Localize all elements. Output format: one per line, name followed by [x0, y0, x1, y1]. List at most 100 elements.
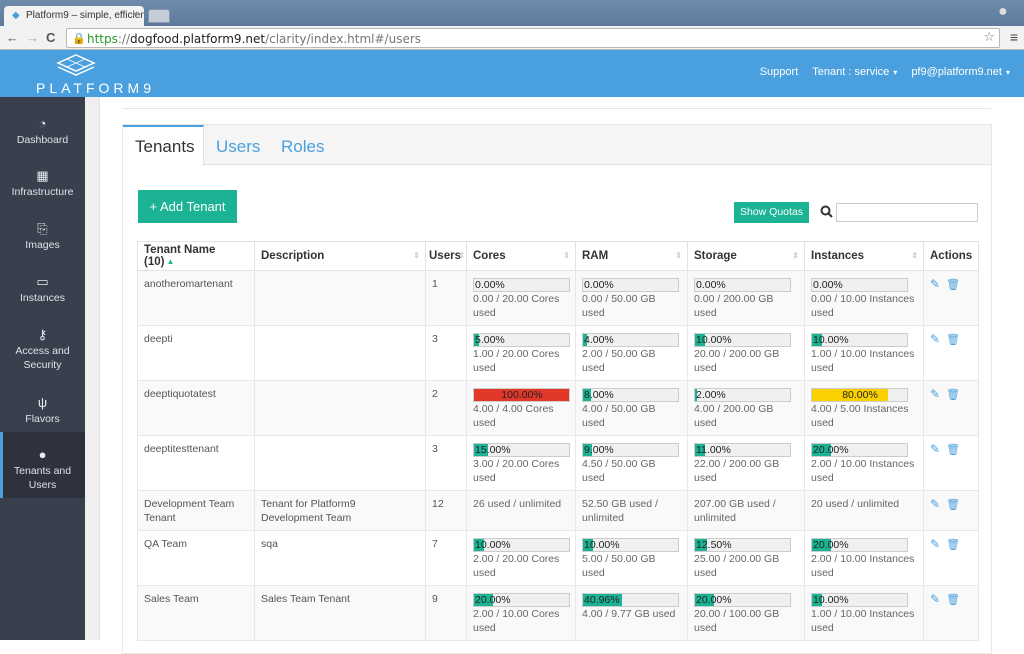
bookmark-star-icon[interactable]: ☆ — [983, 30, 995, 45]
header-storage[interactable]: Storage ⇕ — [687, 241, 805, 271]
users-count-cell: 12 — [425, 490, 467, 531]
caret-down-icon: ▾ — [1005, 68, 1010, 77]
edit-icon[interactable]: ✎ — [930, 387, 940, 401]
cores-percent-label: 10.00% — [475, 539, 511, 551]
tenants-table: Tenant Name (10) ▲ Description ⇕ Users ⇕ Co… — [137, 241, 979, 641]
tab-tenants[interactable]: Tenants — [123, 125, 204, 166]
delete-trash-icon[interactable]: 🗑 — [946, 279, 960, 291]
cores-quota-cell: 26 used / unlimited — [466, 490, 576, 531]
sidebar: ◔ Dashboard ▦ Infrastructure ⎘ Images ▭ … — [0, 97, 85, 640]
edit-icon[interactable]: ✎ — [930, 277, 940, 291]
sidebar-item-dashboard[interactable]: ◔ Dashboard — [0, 117, 85, 147]
instances-percent-label: 10.00% — [813, 594, 849, 606]
platform9-logo[interactable]: PLATFORM9 — [36, 53, 151, 96]
ram-percent-label: 40.96% — [584, 594, 620, 606]
app-nav: Support Tenant : service ▾ pf9@platform9.… — [760, 66, 1010, 78]
instances-progress-bar: 20.00% — [811, 443, 908, 457]
address-bar[interactable]: 🔒 https://dogfood.platform9.net/clarity/i… — [66, 28, 1000, 48]
instances-usage-text: 0.00 / 10.00 Instances used — [811, 293, 915, 319]
new-tab-button[interactable] — [148, 9, 170, 23]
forward-button[interactable]: → — [26, 30, 39, 46]
add-tenant-button[interactable]: + Add Tenant — [138, 190, 237, 223]
delete-trash-icon[interactable]: 🗑 — [946, 389, 960, 401]
header-instances[interactable]: Instances ⇕ — [804, 241, 924, 271]
support-link[interactable]: Support — [760, 66, 799, 78]
sidebar-item-tenants-users[interactable]: ● Tenants and Users — [0, 432, 85, 498]
edit-icon[interactable]: ✎ — [930, 332, 940, 346]
delete-trash-icon[interactable]: 🗑 — [946, 539, 960, 551]
cores-usage-text: 26 used / unlimited — [473, 498, 562, 510]
cores-progress-bar: 10.00% — [473, 538, 570, 552]
storage-percent-label: 0.00% — [696, 279, 726, 291]
storage-percent-label: 2.00% — [696, 389, 726, 401]
divider — [123, 108, 991, 109]
monitor-icon: ▭ — [36, 274, 49, 289]
browser-tab-title: Platform9 – simple, efficien — [26, 10, 144, 21]
edit-icon[interactable]: ✎ — [930, 592, 940, 606]
ram-usage-text: 5.00 / 50.00 GB used — [582, 553, 656, 579]
delete-trash-icon[interactable]: 🗑 — [946, 499, 960, 511]
instances-quota-cell: 20.00% 2.00 / 10.00 Instances used — [804, 435, 924, 491]
cores-percent-label: 5.00% — [475, 334, 505, 346]
ram-quota-cell: 8.00% 4.00 / 50.00 GB used — [575, 380, 688, 436]
favicon-icon: ◆ — [12, 10, 20, 21]
sidebar-item-instances[interactable]: ▭ Instances — [0, 275, 85, 305]
cores-progress-bar: 20.00% — [473, 593, 570, 607]
instances-progress-bar: 10.00% — [811, 593, 908, 607]
edit-icon[interactable]: ✎ — [930, 537, 940, 551]
tenant-name-cell: deepti — [137, 325, 255, 381]
delete-trash-icon[interactable]: 🗑 — [946, 444, 960, 456]
storage-usage-text: 22.00 / 200.00 GB used — [694, 458, 780, 484]
tab-users[interactable]: Users — [204, 125, 272, 166]
tab-roles[interactable]: Roles — [269, 125, 336, 166]
sort-icon: ⇕ — [675, 251, 682, 260]
caret-down-icon: ▾ — [893, 68, 898, 77]
storage-progress-bar: 20.00% — [694, 593, 791, 607]
edit-icon[interactable]: ✎ — [930, 497, 940, 511]
tenant-name-cell: QA Team — [137, 530, 255, 586]
ram-quota-cell: 9.00% 4.50 / 50.00 GB used — [575, 435, 688, 491]
show-quotas-button[interactable]: Show Quotas — [734, 202, 809, 223]
instances-progress-bar: 0.00% — [811, 278, 908, 292]
browser-menu-icon[interactable]: ≡ — [1010, 29, 1018, 45]
header-ram[interactable]: RAM ⇕ — [575, 241, 688, 271]
tab-bar: Tenants Users Roles — [123, 125, 991, 166]
key-icon: ⚷ — [37, 327, 48, 342]
sidebar-item-infrastructure[interactable]: ▦ Infrastructure — [0, 169, 85, 199]
edit-icon[interactable]: ✎ — [930, 442, 940, 456]
header-description[interactable]: Description ⇕ — [254, 241, 426, 271]
tenant-dropdown[interactable]: Tenant : service ▾ — [812, 66, 897, 78]
actions-cell: ✎ 🗑 — [923, 585, 979, 641]
storage-usage-text: 0.00 / 200.00 GB used — [694, 293, 774, 319]
reload-button[interactable]: C — [46, 30, 55, 46]
cores-usage-text: 2.00 / 20.00 Cores used — [473, 553, 560, 579]
cores-quota-cell: 15.00% 3.00 / 20.00 Cores used — [466, 435, 576, 491]
back-button[interactable]: ← — [6, 30, 19, 46]
storage-percent-label: 11.00% — [696, 444, 731, 456]
sidebar-item-access-security[interactable]: ⚷ Access and Security — [0, 328, 85, 372]
browser-tab[interactable]: ◆ Platform9 – simple, efficien × — [4, 6, 144, 26]
cores-progress-bar: 100.00% — [473, 388, 570, 402]
instances-percent-label: 80.00% — [842, 389, 878, 401]
storage-quota-cell: 10.00% 20.00 / 200.00 GB used — [687, 325, 805, 381]
header-users[interactable]: Users ⇕ — [425, 241, 467, 271]
header-tenant-name[interactable]: Tenant Name (10) ▲ — [137, 241, 255, 271]
incognito-icon: ● — [998, 3, 1008, 20]
instances-quota-cell: 0.00% 0.00 / 10.00 Instances used — [804, 270, 924, 326]
close-tab-icon[interactable]: × — [132, 9, 138, 20]
cores-usage-text: 0.00 / 20.00 Cores used — [473, 293, 560, 319]
users-count-cell: 9 — [425, 585, 467, 641]
instances-percent-label: 20.00% — [813, 444, 849, 456]
search-input[interactable] — [836, 203, 978, 222]
delete-trash-icon[interactable]: 🗑 — [946, 594, 960, 606]
sidebar-item-images[interactable]: ⎘ Images — [0, 222, 85, 252]
delete-trash-icon[interactable]: 🗑 — [946, 334, 960, 346]
table-row: deeptitesttenant 3 15.00% 3.00 / 20.00 Core… — [137, 435, 979, 491]
sidebar-item-flavors[interactable]: ψ Flavors — [0, 396, 85, 426]
cores-progress-bar: 0.00% — [473, 278, 570, 292]
storage-quota-cell: 207.00 GB used / unlimited — [687, 490, 805, 531]
ram-progress-bar: 0.00% — [582, 278, 679, 292]
user-dropdown[interactable]: pf9@platform9.net ▾ — [911, 66, 1010, 78]
description-cell: sqa — [254, 530, 426, 586]
header-cores[interactable]: Cores ⇕ — [466, 241, 576, 271]
